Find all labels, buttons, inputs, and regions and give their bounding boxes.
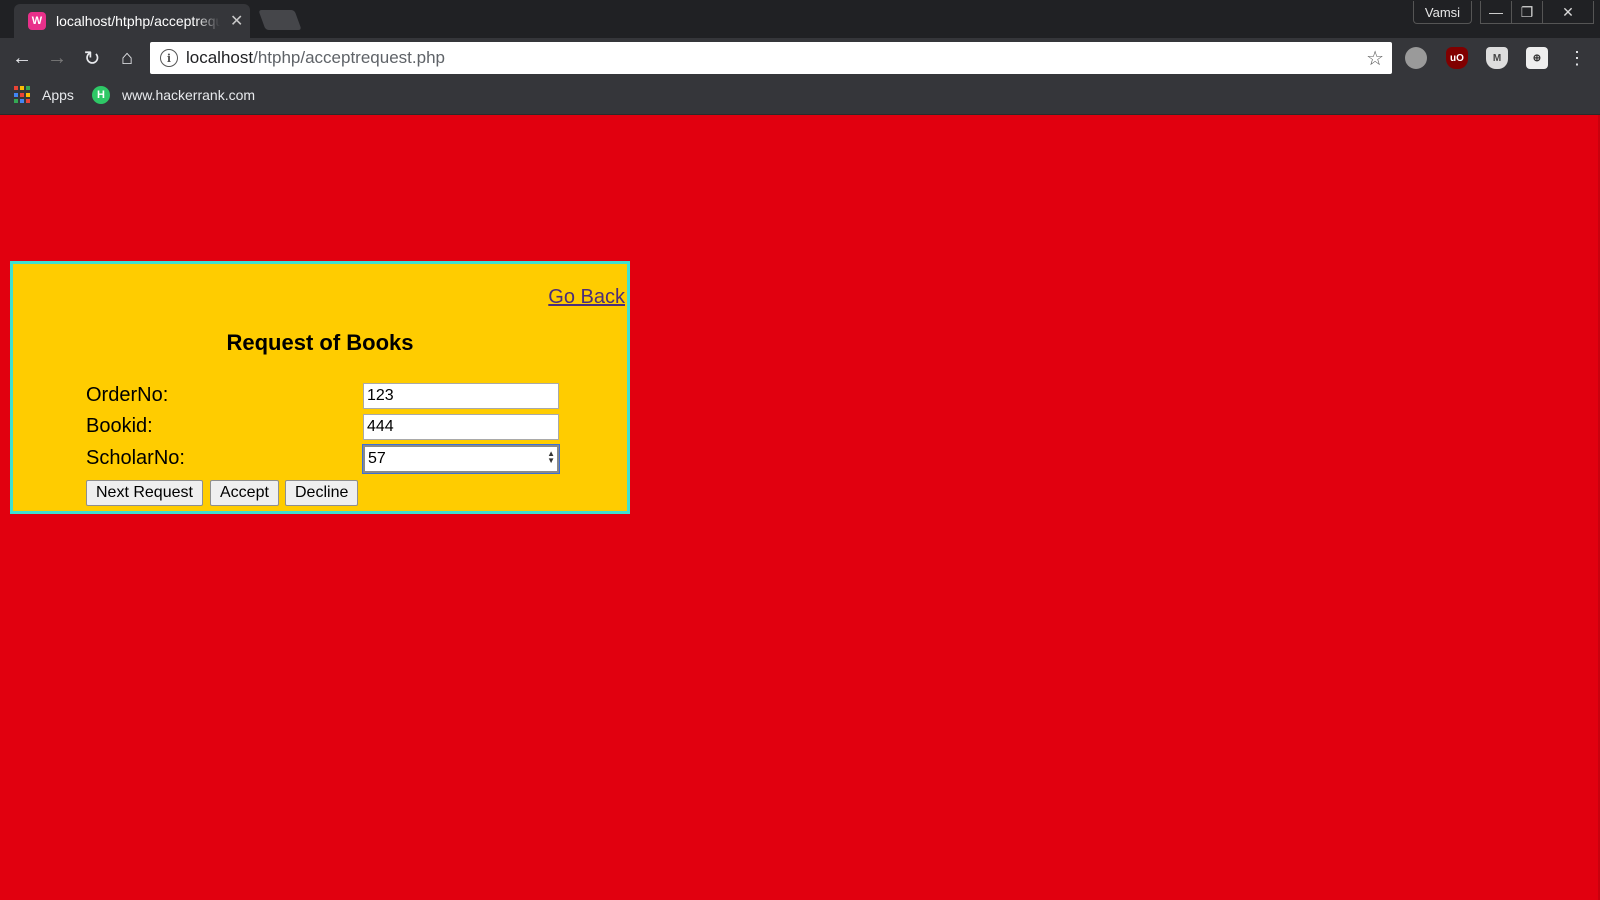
browser-toolbar: ← → ↻ ⌂ i localhost/htphp/acceptrequest.… bbox=[0, 38, 1600, 78]
tab-title: localhost/htphp/acceptrequest.php bbox=[56, 13, 220, 29]
url-path: /htphp/acceptrequest.php bbox=[253, 48, 445, 67]
bookmark-apps-label: Apps bbox=[42, 87, 74, 103]
page-title: Request of Books bbox=[226, 330, 414, 355]
browser-tab[interactable]: W localhost/htphp/acceptrequest.php ✕ bbox=[14, 4, 250, 38]
accept-button[interactable]: Accept bbox=[210, 480, 279, 506]
hackerrank-icon: H bbox=[92, 86, 110, 104]
order-no-field[interactable] bbox=[363, 383, 559, 409]
extension-icon[interactable]: ⊕ bbox=[1526, 47, 1548, 69]
restore-icon[interactable]: ❐ bbox=[1511, 1, 1543, 24]
tab-close-icon[interactable]: ✕ bbox=[230, 11, 243, 31]
bookmarks-bar: Apps H www.hackerrank.com bbox=[0, 78, 1600, 115]
spinner-arrows-icon[interactable]: ▲ ▼ bbox=[547, 450, 555, 465]
profile-button[interactable]: Vamsi bbox=[1413, 1, 1472, 24]
page-viewport: Go Back Request of Books OrderNo: Bookid… bbox=[0, 115, 1600, 900]
url-host: localhost bbox=[186, 48, 254, 67]
bookmark-hackerrank[interactable]: H www.hackerrank.com bbox=[92, 86, 255, 104]
bookmark-star-icon[interactable]: ☆ bbox=[1366, 46, 1384, 71]
address-bar[interactable]: i localhost/htphp/acceptrequest.php ☆ bbox=[150, 42, 1392, 74]
decline-button[interactable]: Decline bbox=[285, 480, 359, 506]
minimize-icon[interactable]: — bbox=[1480, 1, 1512, 24]
book-id-field[interactable] bbox=[363, 414, 559, 440]
shield-icon[interactable]: M bbox=[1486, 47, 1508, 69]
forward-icon[interactable]: → bbox=[43, 44, 71, 72]
back-icon[interactable]: ← bbox=[8, 44, 36, 72]
info-icon[interactable]: i bbox=[160, 49, 178, 67]
home-icon[interactable]: ⌂ bbox=[113, 44, 141, 72]
order-no-label: OrderNo: bbox=[86, 384, 169, 406]
bookmark-hackerrank-label: www.hackerrank.com bbox=[122, 87, 256, 103]
book-id-label: Bookid: bbox=[86, 415, 153, 437]
request-form-card: Go Back Request of Books OrderNo: Bookid… bbox=[10, 261, 630, 514]
bookmark-apps[interactable]: Apps bbox=[14, 86, 74, 104]
ublock-icon[interactable]: uO bbox=[1446, 47, 1468, 69]
tab-favicon-icon: W bbox=[28, 12, 46, 30]
next-request-button[interactable]: Next Request bbox=[86, 480, 203, 506]
cloud-icon[interactable] bbox=[1405, 47, 1427, 69]
new-tab-button[interactable] bbox=[258, 10, 302, 30]
scholar-no-field[interactable] bbox=[362, 444, 560, 474]
close-window-icon[interactable]: ✕ bbox=[1542, 1, 1594, 24]
scholar-no-label: ScholarNo: bbox=[86, 447, 185, 469]
reload-icon[interactable]: ↻ bbox=[78, 44, 106, 72]
go-back-link[interactable]: Go Back bbox=[548, 286, 625, 309]
menu-kebab-icon[interactable]: ⋮ bbox=[1563, 44, 1591, 72]
scholar-no-stepper[interactable]: ▲▼ bbox=[362, 444, 560, 474]
browser-titlebar: W localhost/htphp/acceptrequest.php ✕ Va… bbox=[0, 0, 1600, 38]
apps-grid-icon bbox=[14, 86, 32, 104]
